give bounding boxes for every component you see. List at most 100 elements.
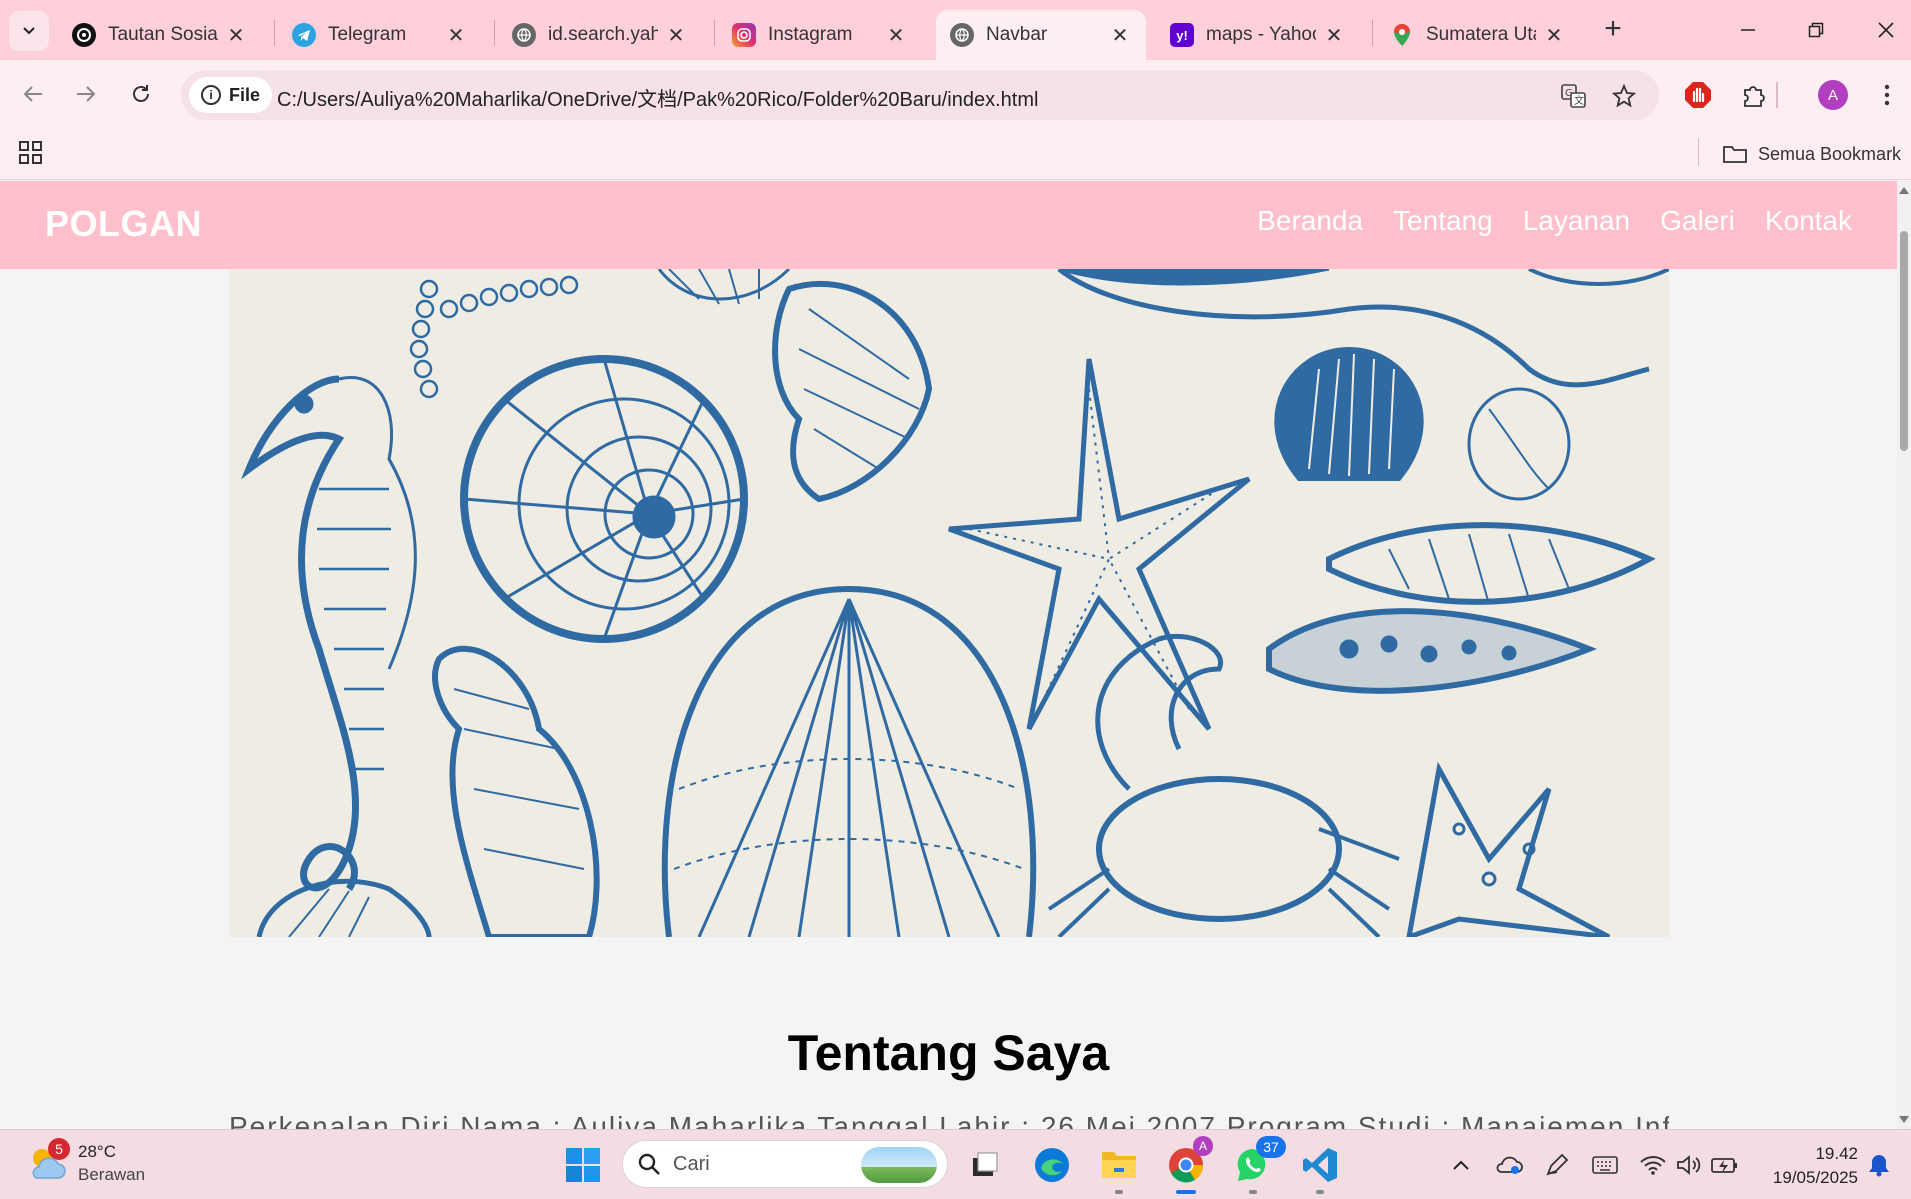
more-vertical-icon [1884,84,1890,106]
bookmark-star-button[interactable] [1611,83,1637,109]
start-button[interactable] [560,1142,606,1188]
weather-temp: 28°C [78,1142,116,1161]
menu-button[interactable] [1870,78,1904,112]
translate-icon: G文 [1561,84,1586,108]
bookmarks-bar: Semua Bookmark [0,128,1911,180]
windows-logo-icon [566,1148,600,1182]
translate-button[interactable]: G文 [1561,83,1587,109]
close-tab-icon[interactable]: ✕ [1542,23,1566,48]
svg-text:文: 文 [1574,94,1584,107]
weather-alert-badge: 5 [48,1138,70,1160]
onedrive-tray[interactable] [1494,1150,1524,1180]
whelk-shell-icon [432,645,600,937]
nav-link-kontak[interactable]: Kontak [1765,205,1852,237]
pearl-string-icon [409,275,579,399]
close-window-button[interactable] [1866,12,1906,48]
close-tab-icon[interactable]: ✕ [224,23,248,48]
volume-tray[interactable] [1674,1150,1704,1180]
close-tab-icon[interactable]: ✕ [1322,23,1346,48]
edge-app[interactable] [1029,1142,1075,1188]
new-tab-button[interactable]: + [1596,14,1630,48]
task-view-icon [973,1152,998,1176]
tab-title: maps - Yahoo [1206,24,1316,45]
tab-title: Tautan Sosial [108,24,218,45]
all-bookmarks-button[interactable]: Semua Bookmark [1722,138,1901,170]
restore-button[interactable] [1796,12,1836,48]
tab-divider [714,20,715,46]
clock-date: 19/05/2025 [1772,1168,1858,1187]
file-explorer-app[interactable] [1096,1142,1142,1194]
star-icon [1612,84,1636,108]
close-tab-icon[interactable]: ✕ [1108,23,1132,48]
close-tab-icon[interactable]: ✕ [444,23,468,48]
nav-link-beranda[interactable]: Beranda [1257,205,1363,237]
oyster-shell-icon [1528,269,1669,286]
tab-title: Telegram [328,24,407,45]
task-view-button[interactable] [962,1142,1008,1188]
tab-navbar-active[interactable]: Navbar ✕ [936,10,1146,60]
show-hidden-icons-button[interactable] [1446,1150,1476,1180]
address-bar[interactable]: i File C:/Users/Auliya%20Maharlika/OneDr… [181,70,1659,120]
scroll-up-arrow-icon[interactable] [1899,187,1909,194]
globe-icon [950,23,974,47]
forward-button[interactable] [68,76,104,112]
active-indicator [1176,1190,1196,1194]
back-button[interactable] [15,76,51,112]
ad-blocker-extension[interactable] [1681,78,1715,112]
url-text[interactable]: C:/Users/Auliya%20Maharlika/OneDrive/文档/… [277,83,1038,112]
notifications-button[interactable] [1864,1150,1894,1180]
reload-icon [133,85,149,102]
scheme-label: File [229,84,261,105]
folder-icon [1723,146,1747,163]
weather-condition: Berawan [78,1165,146,1184]
pen-tray[interactable] [1542,1150,1572,1180]
apps-grid-icon[interactable] [18,140,44,166]
minimize-button[interactable] [1728,12,1768,48]
tab-divider [274,20,275,46]
scroll-down-arrow-icon[interactable] [1899,1116,1909,1123]
instagram-icon [732,23,756,47]
wifi-tray[interactable] [1638,1150,1668,1180]
bell-icon [1869,1155,1889,1177]
system-clock[interactable]: 19.42 19/05/2025 [1760,1142,1858,1190]
weather-widget[interactable]: 5 28°C Berawan [26,1138,146,1186]
clock-time: 19.42 [1815,1144,1858,1163]
extensions-button[interactable] [1737,78,1771,112]
tab-telegram[interactable]: Telegram ✕ [278,10,482,60]
nav-link-layanan[interactable]: Layanan [1523,205,1630,237]
scrollbar-thumb[interactable] [1900,231,1908,451]
site-brand[interactable]: POLGAN [45,203,202,245]
nav-link-galeri[interactable]: Galeri [1660,205,1735,237]
page-scrollbar[interactable] [1897,181,1911,1129]
vscode-icon [1303,1148,1337,1182]
reload-button[interactable] [123,76,159,112]
vscode-app[interactable] [1297,1142,1343,1194]
chrome-app[interactable]: A [1163,1136,1213,1194]
site-info-chip[interactable]: i File [189,77,273,113]
close-icon [1878,22,1894,38]
tab-tautan-sosial[interactable]: Tautan Sosial ✕ [58,10,262,60]
tab-title: Sumatera Utara [1426,24,1536,45]
close-tab-icon[interactable]: ✕ [664,23,688,48]
restore-icon [1808,22,1824,38]
tab-sumatera-utara[interactable]: Sumatera Utara ✕ [1376,10,1580,60]
seashell-illustration [241,269,1669,937]
nav-link-tentang[interactable]: Tentang [1393,205,1493,237]
info-icon: i [201,85,221,105]
tab-search-button[interactable] [9,11,49,51]
tab-instagram[interactable]: Instagram ✕ [718,10,922,60]
hero-image [229,269,1669,937]
taskbar-search[interactable]: Cari [622,1140,948,1188]
tab-yahoo-search[interactable]: id.search.yahoo ✕ [498,10,702,60]
tab-divider [494,20,495,46]
tab-yahoo-maps[interactable]: y! maps - Yahoo ✕ [1156,10,1360,60]
profile-avatar[interactable]: A [1818,80,1848,110]
battery-tray[interactable] [1710,1150,1740,1180]
cone-shell-icon [1266,608,1598,694]
whatsapp-app[interactable]: 37 [1230,1136,1286,1194]
close-tab-icon[interactable]: ✕ [884,23,908,48]
windows-taskbar: 5 28°C Berawan Cari A 37 19.42 19/05/202… [0,1129,1911,1199]
keyboard-tray[interactable] [1590,1150,1620,1180]
bookmarks-divider [1698,138,1699,166]
pen-icon [1546,1153,1569,1176]
